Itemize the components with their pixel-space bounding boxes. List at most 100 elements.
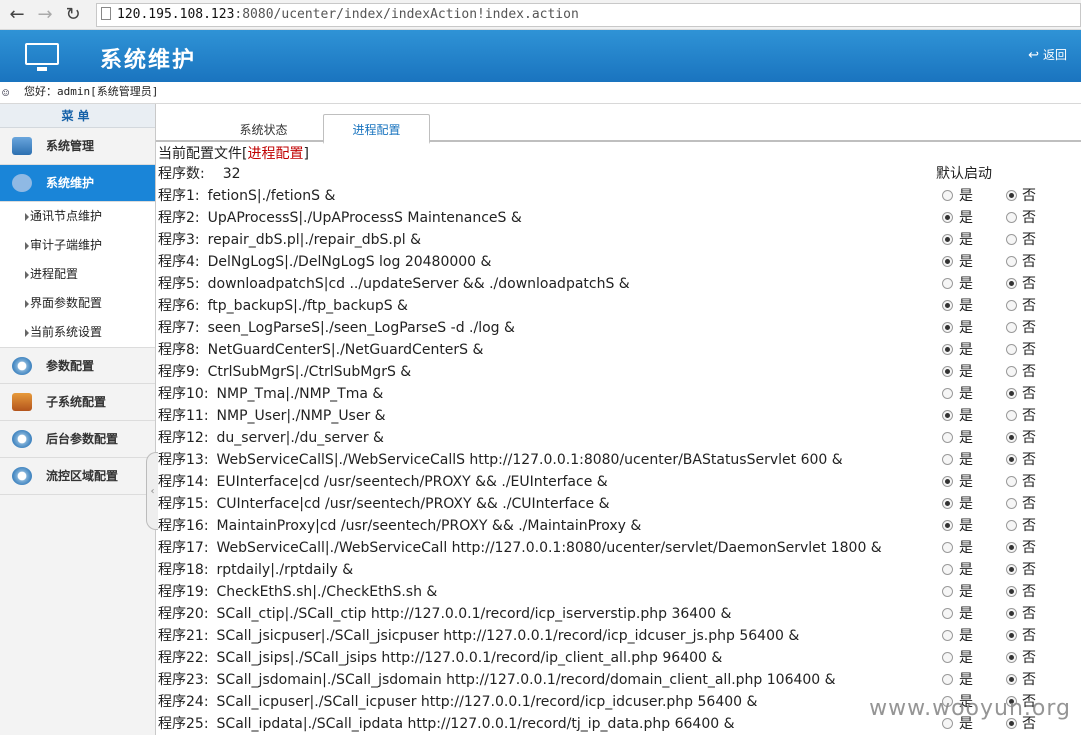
program-label: 程序22: <box>158 650 209 666</box>
radio-no[interactable] <box>1006 542 1017 553</box>
program-command: CheckEthS.sh|./CheckEthS.sh & <box>216 584 438 600</box>
watermark: www.wooyun.org <box>869 696 1071 721</box>
program-command: CUInterface|cd /usr/seentech/PROXY && ./… <box>216 496 610 512</box>
radio-no[interactable] <box>1006 476 1017 487</box>
reload-icon[interactable]: ↻ <box>62 4 84 26</box>
radio-no[interactable] <box>1006 300 1017 311</box>
sidebar-subitem-audit[interactable]: 审计子端维护 <box>0 231 155 260</box>
radio-yes-label: 是 <box>959 562 973 578</box>
radio-no[interactable] <box>1006 454 1017 465</box>
radio-no[interactable] <box>1006 608 1017 619</box>
radio-yes[interactable] <box>942 190 953 201</box>
radio-yes[interactable] <box>942 586 953 597</box>
program-label: 程序6: <box>158 298 200 314</box>
sidebar-item-backend-params[interactable]: 后台参数配置 <box>0 421 155 458</box>
radio-yes-label: 是 <box>959 188 973 204</box>
radio-no[interactable] <box>1006 322 1017 333</box>
sidebar: 菜单 系统管理 系统维护 通讯节点维护 审计子端维护 进程配置 界面参数配置 当… <box>0 104 156 735</box>
radio-no[interactable] <box>1006 190 1017 201</box>
radio-yes[interactable] <box>942 300 953 311</box>
radio-yes[interactable] <box>942 498 953 509</box>
radio-no-label: 否 <box>1022 496 1036 512</box>
radio-yes-label: 是 <box>959 232 973 248</box>
program-command: SCall_jsdomain|./SCall_jsdomain http://1… <box>216 672 836 688</box>
radio-no[interactable] <box>1006 388 1017 399</box>
radio-no[interactable] <box>1006 586 1017 597</box>
sidebar-item-system-maintenance[interactable]: 系统维护 <box>0 165 155 202</box>
radio-no[interactable] <box>1006 344 1017 355</box>
back-label: 返回 <box>1042 48 1067 62</box>
radio-yes[interactable] <box>942 256 953 267</box>
radio-no-label: 否 <box>1022 342 1036 358</box>
program-command: NetGuardCenterS|./NetGuardCenterS & <box>207 342 484 358</box>
radio-yes-label: 是 <box>959 452 973 468</box>
radio-no[interactable] <box>1006 432 1017 443</box>
sidebar-subitem-node[interactable]: 通讯节点维护 <box>0 202 155 231</box>
radio-yes[interactable] <box>942 344 953 355</box>
radio-yes[interactable] <box>942 388 953 399</box>
radio-no[interactable] <box>1006 366 1017 377</box>
tab-system-status[interactable]: 系统状态 <box>226 118 301 142</box>
radio-yes[interactable] <box>942 520 953 531</box>
count-value: 32 <box>222 166 241 182</box>
radio-yes[interactable] <box>942 542 953 553</box>
program-label: 程序12: <box>158 430 209 446</box>
tab-process-config[interactable]: 进程配置 <box>323 114 430 144</box>
sidebar-item-system-management[interactable]: 系统管理 <box>0 128 155 165</box>
radio-yes[interactable] <box>942 454 953 465</box>
sidebar-item-subsystem[interactable]: 子系统配置 <box>0 384 155 421</box>
radio-yes[interactable] <box>942 674 953 685</box>
radio-no[interactable] <box>1006 410 1017 421</box>
program-row: 程序13: WebServiceCallS|./WebServiceCallS h… <box>158 451 1078 473</box>
radio-no[interactable] <box>1006 234 1017 245</box>
radio-yes[interactable] <box>942 212 953 223</box>
page-icon <box>101 7 111 20</box>
radio-no[interactable] <box>1006 630 1017 641</box>
program-label: 程序17: <box>158 540 209 556</box>
sidebar-item-params[interactable]: 参数配置 <box>0 347 155 384</box>
back-link[interactable]: ↩ 返回 <box>1028 46 1067 63</box>
radio-no-label: 否 <box>1022 452 1036 468</box>
sidebar-item-label: 后台参数配置 <box>46 432 119 446</box>
radio-no[interactable] <box>1006 652 1017 663</box>
radio-yes-label: 是 <box>959 672 973 688</box>
radio-no[interactable] <box>1006 256 1017 267</box>
radio-yes[interactable] <box>942 432 953 443</box>
radio-no[interactable] <box>1006 212 1017 223</box>
radio-yes[interactable] <box>942 410 953 421</box>
radio-yes[interactable] <box>942 564 953 575</box>
address-bar[interactable]: 120.195.108.123:8080/ucenter/index/index… <box>96 3 1081 27</box>
back-arrow-icon[interactable]: ← <box>6 4 28 26</box>
radio-yes[interactable] <box>942 278 953 289</box>
radio-no-label: 否 <box>1022 584 1036 600</box>
radio-no[interactable] <box>1006 520 1017 531</box>
radio-no[interactable] <box>1006 498 1017 509</box>
radio-yes[interactable] <box>942 652 953 663</box>
program-command: du_server|./du_server & <box>216 430 384 446</box>
sidebar-subitem-current-settings[interactable]: 当前系统设置 <box>0 318 155 347</box>
forward-arrow-icon[interactable]: → <box>34 4 56 26</box>
radio-no[interactable] <box>1006 564 1017 575</box>
radio-no[interactable] <box>1006 674 1017 685</box>
disc-icon <box>12 357 32 375</box>
page-title: 系统维护 <box>100 47 197 73</box>
program-row: 程序6: ftp_backupS|./ftp_backupS & 是 否 <box>158 297 1078 319</box>
radio-no-label: 否 <box>1022 562 1036 578</box>
radio-yes[interactable] <box>942 234 953 245</box>
program-row: 程序23: SCall_jsdomain|./SCall_jsdomain htt… <box>158 671 1078 693</box>
radio-yes[interactable] <box>942 608 953 619</box>
sidebar-subitem-process[interactable]: 进程配置 <box>0 260 155 289</box>
radio-no-label: 否 <box>1022 188 1036 204</box>
radio-yes[interactable] <box>942 630 953 641</box>
tab-bar: 系统状态 进程配置 <box>156 104 1081 144</box>
sidebar-item-flow-control[interactable]: 流控区域配置 <box>0 458 155 495</box>
radio-no[interactable] <box>1006 278 1017 289</box>
computer-icon <box>12 137 32 155</box>
program-command: SCall_jsips|./SCall_jsips http://127.0.0… <box>216 650 723 666</box>
sidebar-subitem-ui-params[interactable]: 界面参数配置 <box>0 289 155 318</box>
radio-yes[interactable] <box>942 476 953 487</box>
radio-yes-label: 是 <box>959 408 973 424</box>
radio-yes[interactable] <box>942 322 953 333</box>
subitem-label: 审计子端维护 <box>30 238 103 252</box>
radio-yes[interactable] <box>942 366 953 377</box>
